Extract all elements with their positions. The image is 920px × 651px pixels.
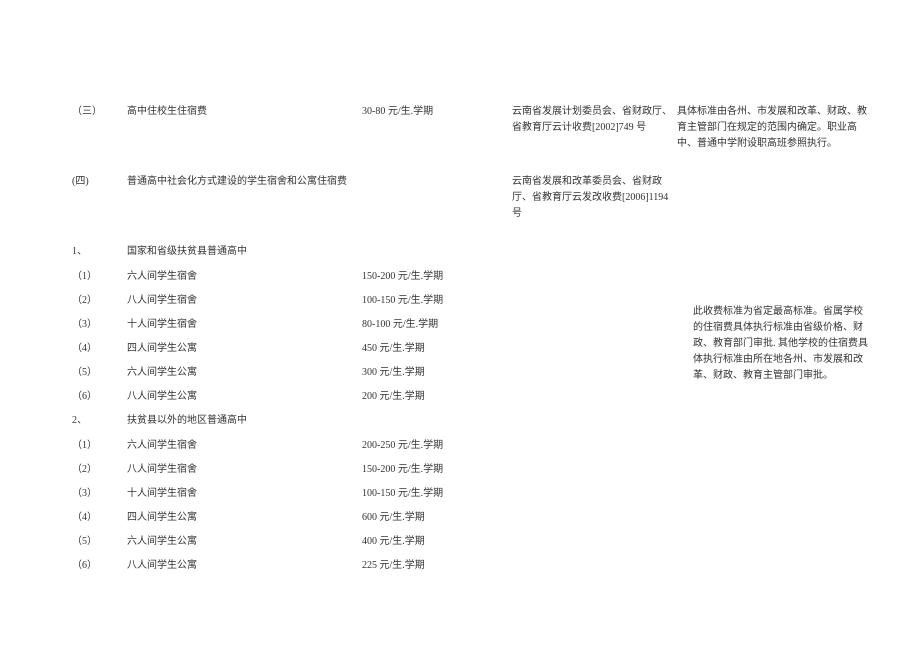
note-text: 此收费标准为省定最高标准。省属学校的住宿费具体执行标准由省级价格、财政、教育部门… [693,304,870,384]
row-item: 六人间学生宿舍 [125,434,360,458]
row-item: 高中住校生住宿费 [125,100,360,156]
row-fee: 100-150 元/生.学期 [360,482,510,506]
row-index: （6） [70,554,125,578]
row-index: （2） [70,289,125,313]
row-item: 四人间学生公寓 [125,337,360,361]
row-index: （4） [70,337,125,361]
row-item: 八人间学生宿舍 [125,458,360,482]
row-index: 1、 [70,240,125,265]
row-index: （三） [70,100,125,156]
row-fee: 400 元/生.学期 [360,530,510,554]
row-item: 四人间学生公寓 [125,506,360,530]
row-index: （2） [70,458,125,482]
row-fee: 30-80 元/生.学期 [360,100,510,156]
row-fee: 300 元/生.学期 [360,361,510,385]
row-index: （5） [70,530,125,554]
row-index: （1） [70,265,125,289]
row-fee: 80-100 元/生.学期 [360,313,510,337]
row-index: （5） [70,361,125,385]
row-index: （3） [70,313,125,337]
row-fee: 200-250 元/生.学期 [360,434,510,458]
row-index: (四) [70,156,125,240]
fee-table: （三） 高中住校生住宿费 30-80 元/生.学期 云南省发展计划委员会、省财政… [70,100,872,578]
row-index: （1） [70,434,125,458]
row-index: 2、 [70,409,125,434]
row-fee: 150-200 元/生.学期 [360,458,510,482]
row-basis: 云南省发展和改革委员会、省财政厅、省教育厅云发改收费[2006]1194 号 [510,156,675,240]
row-note: 此收费标准为省定最高标准。省属学校的住宿费具体执行标准由省级价格、财政、教育部门… [675,240,872,578]
row-item: 国家和省级扶贫县普通高中 [125,240,510,265]
row-index: （6） [70,385,125,409]
row-fee: 600 元/生.学期 [360,506,510,530]
row-item: 十人间学生宿舍 [125,482,360,506]
row-fee: 225 元/生.学期 [360,554,510,578]
row-item: 八人间学生公寓 [125,385,360,409]
row-fee: 100-150 元/生.学期 [360,289,510,313]
table-row: (四) 普通高中社会化方式建设的学生宿舍和公寓住宿费 云南省发展和改革委员会、省… [70,156,872,240]
row-fee: 150-200 元/生.学期 [360,265,510,289]
row-fee: 450 元/生.学期 [360,337,510,361]
row-item: 八人间学生公寓 [125,554,360,578]
row-item: 六人间学生宿舍 [125,265,360,289]
row-basis: 云南省发展计划委员会、省财政厅、省教育厅云计收费[2002]749 号 [510,100,675,156]
table-row: （三） 高中住校生住宿费 30-80 元/生.学期 云南省发展计划委员会、省财政… [70,100,872,156]
row-item: 八人间学生宿舍 [125,289,360,313]
row-item: 扶贫县以外的地区普通高中 [125,409,510,434]
row-fee [360,156,510,240]
row-item: 十人间学生宿舍 [125,313,360,337]
row-index: （4） [70,506,125,530]
row-item: 普通高中社会化方式建设的学生宿舍和公寓住宿费 [125,156,360,240]
row-index: （3） [70,482,125,506]
row-item: 六人间学生公寓 [125,361,360,385]
table-row: 1、 国家和省级扶贫县普通高中 此收费标准为省定最高标准。省属学校的住宿费具体执… [70,240,872,265]
row-note: 具体标准由各州、市发展和改革、财政、教育主管部门在规定的范围内确定。职业高中、普… [675,100,872,156]
row-fee: 200 元/生.学期 [360,385,510,409]
row-item: 六人间学生公寓 [125,530,360,554]
document-body: （三） 高中住校生住宿费 30-80 元/生.学期 云南省发展计划委员会、省财政… [0,0,920,578]
row-note [675,156,872,240]
